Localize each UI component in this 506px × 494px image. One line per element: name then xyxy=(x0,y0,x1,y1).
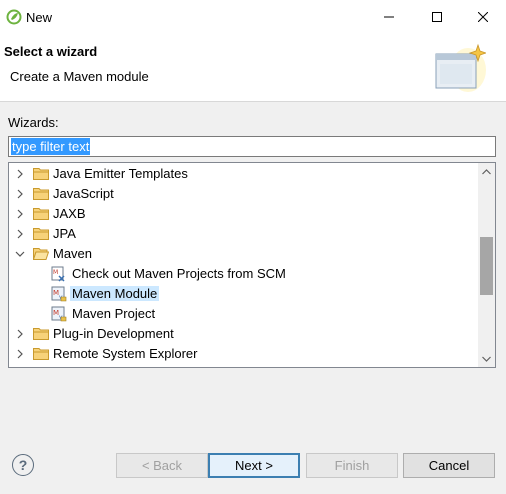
maximize-icon xyxy=(432,12,442,22)
tree-item-jpa[interactable]: JPA xyxy=(9,224,477,244)
close-button[interactable] xyxy=(460,0,506,34)
tree-item-java-emitter-templates[interactable]: Java Emitter Templates xyxy=(9,164,477,184)
tree-item-label: JavaScript xyxy=(53,186,114,201)
next-button-label: Next > xyxy=(235,458,273,473)
tree-item-label: Remote System Explorer xyxy=(53,346,198,361)
tree-item-jaxb[interactable]: JAXB xyxy=(9,204,477,224)
wizard-tree[interactable]: Java Emitter Templates JavaScript JAXB J… xyxy=(8,162,496,368)
svg-text:M: M xyxy=(53,269,58,276)
tree-item-check-out-maven-projects[interactable]: M Check out Maven Projects from SCM xyxy=(9,264,477,284)
tree-item-label: JAXB xyxy=(53,206,86,221)
maximize-button[interactable] xyxy=(414,0,460,34)
maven-scm-checkout-icon: M xyxy=(51,266,65,282)
wizard-banner-icon xyxy=(435,43,486,92)
tree-item-javascript[interactable]: JavaScript xyxy=(9,184,477,204)
maven-module-icon: Mv xyxy=(51,286,67,302)
wizard-banner: Select a wizard Create a Maven module xyxy=(0,34,506,102)
tree-item-maven-project[interactable]: Mv Maven Project xyxy=(9,304,477,324)
folder-icon xyxy=(33,348,49,360)
tree-scrollbar[interactable] xyxy=(478,163,495,367)
scroll-down-button[interactable] xyxy=(478,350,495,367)
finish-button[interactable]: Finish xyxy=(306,453,398,478)
window-title: New xyxy=(26,10,53,25)
next-button[interactable]: Next > xyxy=(208,453,300,478)
chevron-right-icon[interactable] xyxy=(15,169,25,179)
back-button-label: < Back xyxy=(141,458,183,473)
tree-item-label: Maven Module xyxy=(70,286,160,301)
tree-item-label: Maven xyxy=(53,246,93,261)
spring-leaf-icon xyxy=(6,9,22,25)
chevron-right-icon[interactable] xyxy=(15,349,25,359)
tree-item-maven[interactable]: Maven xyxy=(9,244,477,264)
cancel-button[interactable]: Cancel xyxy=(403,453,495,478)
banner-title: Select a wizard xyxy=(4,44,98,59)
tree-item-label: Plug-in Development xyxy=(53,326,174,341)
chevron-right-icon[interactable] xyxy=(15,189,25,199)
minimize-icon xyxy=(384,16,394,18)
scroll-up-button[interactable] xyxy=(478,163,495,180)
tree-item-maven-module[interactable]: Mv Maven Module xyxy=(9,284,477,304)
filter-text: type filter text xyxy=(11,138,91,155)
title-bar: New xyxy=(0,0,506,34)
folder-icon xyxy=(33,208,49,220)
folder-open-icon xyxy=(33,248,49,260)
wizards-label: Wizards: xyxy=(8,115,59,130)
chevron-right-icon[interactable] xyxy=(15,209,25,219)
tree-item-label: JPA xyxy=(53,226,76,241)
folder-icon xyxy=(33,168,49,180)
folder-icon xyxy=(33,188,49,200)
tree-item-remote-system-explorer[interactable]: Remote System Explorer xyxy=(9,344,477,364)
chevron-right-icon[interactable] xyxy=(15,329,25,339)
minimize-button[interactable] xyxy=(366,0,412,34)
help-button[interactable]: ? xyxy=(12,454,34,476)
scrollbar-thumb[interactable] xyxy=(480,237,493,295)
banner-description: Create a Maven module xyxy=(10,69,149,84)
help-icon: ? xyxy=(18,457,28,473)
folder-icon xyxy=(33,328,49,340)
maven-project-icon: Mv xyxy=(51,306,67,322)
chevron-right-icon[interactable] xyxy=(15,229,25,239)
tree-item-plug-in-development[interactable]: Plug-in Development xyxy=(9,324,477,344)
tree-item-label: Maven Project xyxy=(72,306,156,321)
close-icon xyxy=(478,12,488,22)
filter-input[interactable]: type filter text xyxy=(8,136,496,157)
folder-icon xyxy=(33,228,49,240)
chevron-down-icon[interactable] xyxy=(15,249,25,259)
back-button[interactable]: < Back xyxy=(116,453,208,478)
tree-item-label: Check out Maven Projects from SCM xyxy=(72,266,286,281)
chevron-up-icon xyxy=(482,168,491,174)
cancel-button-label: Cancel xyxy=(428,458,470,473)
finish-button-label: Finish xyxy=(334,458,370,473)
tree-item-label: Java Emitter Templates xyxy=(53,166,188,181)
chevron-down-icon xyxy=(482,356,491,362)
